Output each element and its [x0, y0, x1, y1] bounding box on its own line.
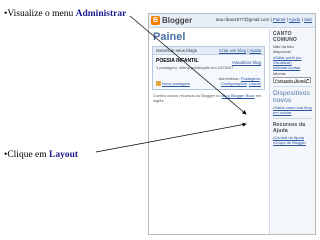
edit-profile-link[interactable]: Editar perfil (ou Visualizar): [273, 55, 312, 65]
panel-header: Gerencie seus blogs Criar um blog | Ajud…: [153, 47, 264, 55]
blog-post-info: 1 postagem, última publicação em 22/05/0…: [156, 65, 234, 70]
help-section: Recursos da Ajuda Central de Ajuda Grupo…: [270, 120, 315, 147]
page-title: Painel: [153, 31, 186, 43]
pencil-icon: [156, 81, 161, 86]
blogger-logo-icon: B: [151, 16, 160, 25]
admin-layout-link[interactable]: Layout: [249, 81, 261, 86]
blogger-group-link[interactable]: Grupo de Blogger: [273, 140, 312, 145]
instruction-keyword: Administrar: [75, 9, 127, 19]
instruction-keyword: Layout: [49, 150, 79, 160]
view-blog-link[interactable]: Visualizar blog: [232, 60, 261, 65]
news-section: Dispositivos novos Saiba como sua blog e…: [270, 88, 315, 117]
link-painel[interactable]: Painel: [273, 17, 286, 22]
blogger-screenshot: B Blogger asa.ribas1977@gmail.com | Pain…: [148, 13, 316, 235]
new-post-label: Nova postagem: [162, 81, 191, 86]
instruction-bullet-2: •Clique em Layout: [4, 150, 78, 160]
divider: [273, 118, 312, 119]
new-post-link[interactable]: Nova postagem: [156, 81, 190, 86]
divider: [273, 86, 312, 87]
admin-menu: Administrar: Postagens, Configurações, L…: [218, 76, 262, 86]
sidebar: CANTO COMUNO Não há foto disponível Edit…: [269, 29, 315, 234]
language-select[interactable]: Português (Brasil): [273, 77, 311, 83]
blog-entry: POESIA INFANTIL 1 postagem, última publi…: [153, 55, 264, 89]
account-links: asa.ribas1977@gmail.com | Painel | Ajuda…: [215, 17, 312, 22]
link-ajuda[interactable]: Ajuda: [289, 17, 301, 22]
instruction-text: •Clique em: [4, 150, 50, 160]
create-blog-link[interactable]: Criar um blog: [219, 48, 246, 53]
blogger-logo-text: Blogger: [162, 16, 193, 25]
admin-settings-link[interactable]: Configurações: [221, 81, 247, 86]
news-title: Dispositivos novos: [273, 90, 311, 104]
instruction-text: •Visualize o menu: [4, 9, 76, 19]
dashboard-main: Painel Gerencie seus blogs Criar um blog…: [149, 29, 268, 234]
help-title: Recursos da Ajuda: [273, 122, 306, 134]
panel-header-title: Gerencie seus blogs: [156, 48, 198, 53]
top-bar: B Blogger asa.ribas1977@gmail.com | Pain…: [149, 14, 315, 28]
profile-title: CANTO COMUNO: [273, 31, 297, 43]
language-label: Idioma:: [273, 71, 287, 76]
blogger-logo[interactable]: B Blogger: [151, 16, 192, 25]
link-sair[interactable]: Sair: [304, 17, 312, 22]
profile-photo-note: Não há foto disponível: [273, 44, 294, 54]
profile-section: CANTO COMUNO Não há foto disponível Edit…: [270, 29, 315, 85]
my-accounts-link[interactable]: Minhas contas: [273, 65, 312, 70]
manage-blogs-panel: Gerencie seus blogs Criar um blog | Ajud…: [152, 46, 265, 90]
blogger-buzz-link[interactable]: Blog Blogger Buzz: [222, 93, 255, 98]
account-email: asa.ribas1977@gmail.com: [215, 17, 270, 22]
news-link[interactable]: Saiba como sua blog em celular: [273, 105, 312, 115]
instruction-bullet-1: •Visualize o menu Administrar: [4, 9, 126, 19]
panel-help-link[interactable]: Ajuda: [249, 48, 261, 53]
footer-note: Confira outros recursos do Blogger no Bl…: [153, 93, 262, 103]
